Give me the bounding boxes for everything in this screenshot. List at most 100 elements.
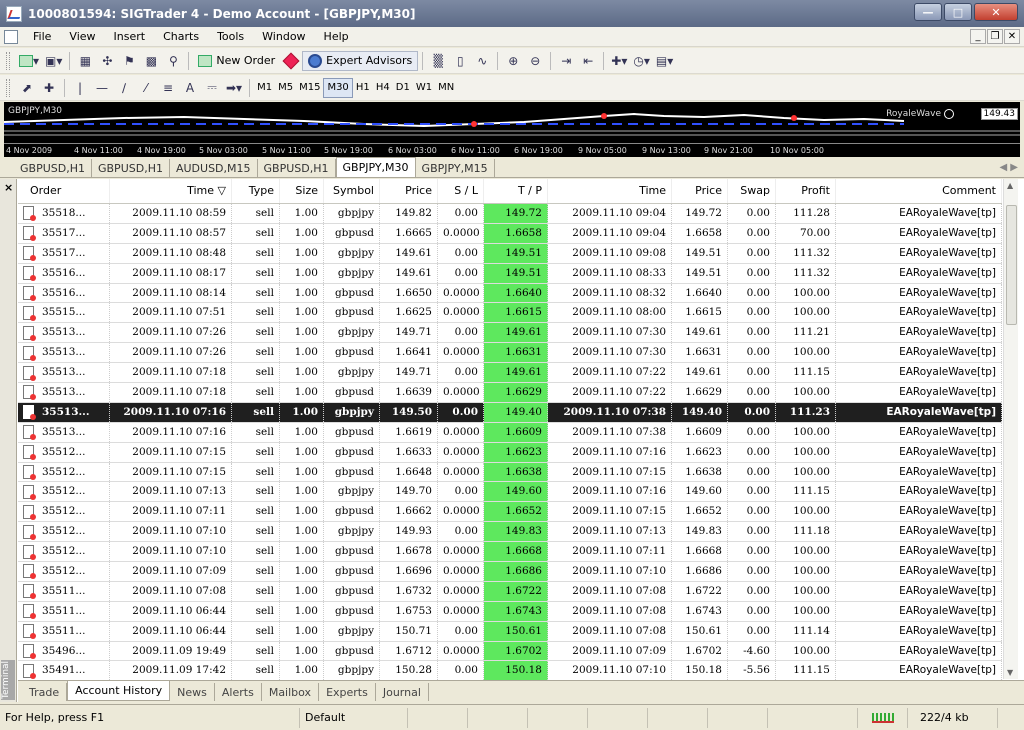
timeframe-m30[interactable]: M30 <box>323 77 353 98</box>
column-header-close-price[interactable]: Price <box>672 179 728 203</box>
zoom-in-icon[interactable]: ⊕ <box>502 51 524 71</box>
vertical-line-icon[interactable]: | <box>69 78 91 98</box>
crosshair-icon[interactable]: ✚ <box>38 78 60 98</box>
toolbar-grip-2[interactable] <box>6 78 10 97</box>
column-header-swap[interactable]: Swap <box>728 179 776 203</box>
toolbar-grip[interactable] <box>6 51 10 70</box>
chart-tab-audusd-m15[interactable]: AUDUSD,M15 <box>170 159 258 177</box>
cursor-icon[interactable]: ⬈ <box>16 78 38 98</box>
table-row[interactable]: 35511... 2009.11.10 06:44 sell 1.00 gbpusd 1.… <box>18 601 1002 622</box>
indicators-icon[interactable]: ✚▾ <box>608 51 630 71</box>
status-profile[interactable]: Default <box>300 707 408 728</box>
table-row[interactable]: 35512... 2009.11.10 07:15 sell 1.00 gbpusd 1.… <box>18 442 1002 463</box>
chart-tab-gbpusd-h1[interactable]: GBPUSD,H1 <box>14 159 92 177</box>
tab-news[interactable]: News <box>170 683 215 701</box>
table-row[interactable]: 35513... 2009.11.10 07:16 sell 1.00 gbpusd 1.… <box>18 422 1002 443</box>
table-row[interactable]: 35512... 2009.11.10 07:15 sell 1.00 gbpusd 1.… <box>18 462 1002 483</box>
menu-window[interactable]: Window <box>253 30 314 43</box>
table-row[interactable]: 35517... 2009.11.10 08:57 sell 1.00 gbpusd 1.… <box>18 223 1002 244</box>
periods-icon[interactable]: ◷▾ <box>630 51 653 71</box>
timeframe-m15[interactable]: M15 <box>296 78 323 98</box>
profiles-icon[interactable]: ▣▾ <box>42 51 65 71</box>
column-header-order[interactable]: Order <box>18 179 110 203</box>
timeframe-m5[interactable]: M5 <box>275 78 296 98</box>
table-row[interactable]: 35511... 2009.11.10 06:44 sell 1.00 gbpjpy 15… <box>18 621 1002 642</box>
column-header-close-time[interactable]: Time <box>548 179 672 203</box>
column-header-comment[interactable]: Comment <box>836 179 1002 203</box>
column-header-type[interactable]: Type <box>232 179 280 203</box>
tab-journal[interactable]: Journal <box>376 683 429 701</box>
table-row[interactable]: 35491... 2009.11.09 17:42 sell 1.00 gbpjpy 15… <box>18 661 1002 682</box>
price-chart[interactable]: GBPJPY,M30 RoyaleWave 149.43 4 Nov 2009 … <box>4 102 1020 157</box>
tab-scroll-arrows[interactable]: ◀ ▶ <box>999 162 1018 173</box>
chart-shift-icon[interactable]: ⇤ <box>577 51 599 71</box>
arrows-icon[interactable]: ➡▾ <box>223 78 245 98</box>
table-row[interactable]: 35513... 2009.11.10 07:18 sell 1.00 gbpjpy 14… <box>18 363 1002 384</box>
column-header-size[interactable]: Size <box>280 179 324 203</box>
navigator-icon[interactable]: ⚑ <box>118 51 140 71</box>
chart-tab-gbpjpy-m15[interactable]: GBPJPY,M15 <box>416 159 495 177</box>
fibonacci-icon[interactable]: ≡ <box>157 78 179 98</box>
table-row[interactable]: 35512... 2009.11.10 07:10 sell 1.00 gbpjpy 14… <box>18 522 1002 543</box>
column-header-take-profit[interactable]: T / P <box>484 179 548 203</box>
templates-icon[interactable]: ▤▾ <box>653 51 676 71</box>
table-row[interactable]: 35496... 2009.11.09 19:49 sell 1.00 gbpusd 1.… <box>18 641 1002 662</box>
strategy-tester-icon[interactable]: ⚲ <box>162 51 184 71</box>
auto-scroll-icon[interactable]: ⇥ <box>555 51 577 71</box>
column-header-profit[interactable]: Profit <box>776 179 836 203</box>
table-row[interactable]: 35512... 2009.11.10 07:11 sell 1.00 gbpusd 1.… <box>18 502 1002 523</box>
new-chart-icon[interactable]: ▾ <box>16 51 42 71</box>
horizontal-line-icon[interactable]: — <box>91 78 113 98</box>
timeframe-m1[interactable]: M1 <box>254 78 275 98</box>
column-header-open-time[interactable]: Time ▽ <box>110 179 232 203</box>
bar-chart-icon[interactable]: ▒ <box>427 51 449 71</box>
menu-tools[interactable]: Tools <box>208 30 253 43</box>
table-row[interactable]: 35513... 2009.11.10 07:26 sell 1.00 gbpjpy 14… <box>18 323 1002 344</box>
column-header-stop-loss[interactable]: S / L <box>438 179 484 203</box>
market-watch-icon[interactable]: ▦ <box>74 51 96 71</box>
table-row[interactable]: 35513... 2009.11.10 07:16 sell 1.00 gbpjpy 14… <box>18 402 1002 423</box>
text-label-icon[interactable]: ⎓ <box>201 78 223 98</box>
table-row[interactable]: 35511... 2009.11.10 07:08 sell 1.00 gbpusd 1.… <box>18 581 1002 602</box>
vertical-scrollbar[interactable]: ▲ ▼ <box>1003 179 1018 679</box>
table-row[interactable]: 35515... 2009.11.10 07:51 sell 1.00 gbpusd 1.… <box>18 303 1002 324</box>
scroll-down-icon[interactable]: ▼ <box>1007 668 1013 677</box>
timeframe-w1[interactable]: W1 <box>413 78 435 98</box>
scroll-thumb[interactable] <box>1006 205 1017 325</box>
candlestick-icon[interactable]: ▯ <box>449 51 471 71</box>
tab-account-history[interactable]: Account History <box>67 681 171 701</box>
timeframe-h1[interactable]: H1 <box>353 78 373 98</box>
tab-experts[interactable]: Experts <box>319 683 376 701</box>
timeframe-mn[interactable]: MN <box>435 78 457 98</box>
trendline-icon[interactable]: ∕ <box>113 78 135 98</box>
table-row[interactable]: 35516... 2009.11.10 08:14 sell 1.00 gbpusd 1.… <box>18 283 1002 304</box>
tab-mailbox[interactable]: Mailbox <box>262 683 320 701</box>
close-button[interactable]: ✕ <box>974 3 1018 21</box>
close-terminal-icon[interactable]: × <box>4 181 13 194</box>
chart-tab-gbpjpy-m30[interactable]: GBPJPY,M30 <box>335 157 416 177</box>
menu-file[interactable]: File <box>24 30 60 43</box>
child-close-button[interactable]: ✕ <box>1004 29 1020 44</box>
maximize-button[interactable]: □ <box>944 3 972 21</box>
table-row[interactable]: 35512... 2009.11.10 07:09 sell 1.00 gbpusd 1.… <box>18 562 1002 582</box>
chart-tab-gbpusd-h1-3[interactable]: GBPUSD,H1 <box>258 159 336 177</box>
menu-insert[interactable]: Insert <box>105 30 155 43</box>
child-minimize-button[interactable]: _ <box>970 29 986 44</box>
table-row[interactable]: 35513... 2009.11.10 07:26 sell 1.00 gbpusd 1.… <box>18 343 1002 364</box>
table-row[interactable]: 35517... 2009.11.10 08:48 sell 1.00 gbpjpy 14… <box>18 243 1002 264</box>
timeframe-d1[interactable]: D1 <box>393 78 413 98</box>
menu-charts[interactable]: Charts <box>154 30 208 43</box>
table-row[interactable]: 35512... 2009.11.10 07:13 sell 1.00 gbpjpy 14… <box>18 482 1002 503</box>
line-chart-icon[interactable]: ∿ <box>471 51 493 71</box>
data-window-icon[interactable]: ✣ <box>96 51 118 71</box>
terminal-icon[interactable]: ▩ <box>140 51 162 71</box>
channel-icon[interactable]: ⁄ <box>135 78 157 98</box>
table-row[interactable]: 35516... 2009.11.10 08:17 sell 1.00 gbpjpy 14… <box>18 263 1002 284</box>
chart-tab-gbpusd-h1-2[interactable]: GBPUSD,H1 <box>92 159 170 177</box>
table-row[interactable]: 35512... 2009.11.10 07:10 sell 1.00 gbpusd 1.… <box>18 542 1002 563</box>
table-row[interactable]: 35513... 2009.11.10 07:18 sell 1.00 gbpusd 1.… <box>18 383 1002 403</box>
expert-advisors-button[interactable]: Expert Advisors <box>302 50 419 71</box>
menu-help[interactable]: Help <box>315 30 358 43</box>
child-restore-button[interactable]: ❐ <box>987 29 1003 44</box>
text-icon[interactable]: A <box>179 78 201 98</box>
